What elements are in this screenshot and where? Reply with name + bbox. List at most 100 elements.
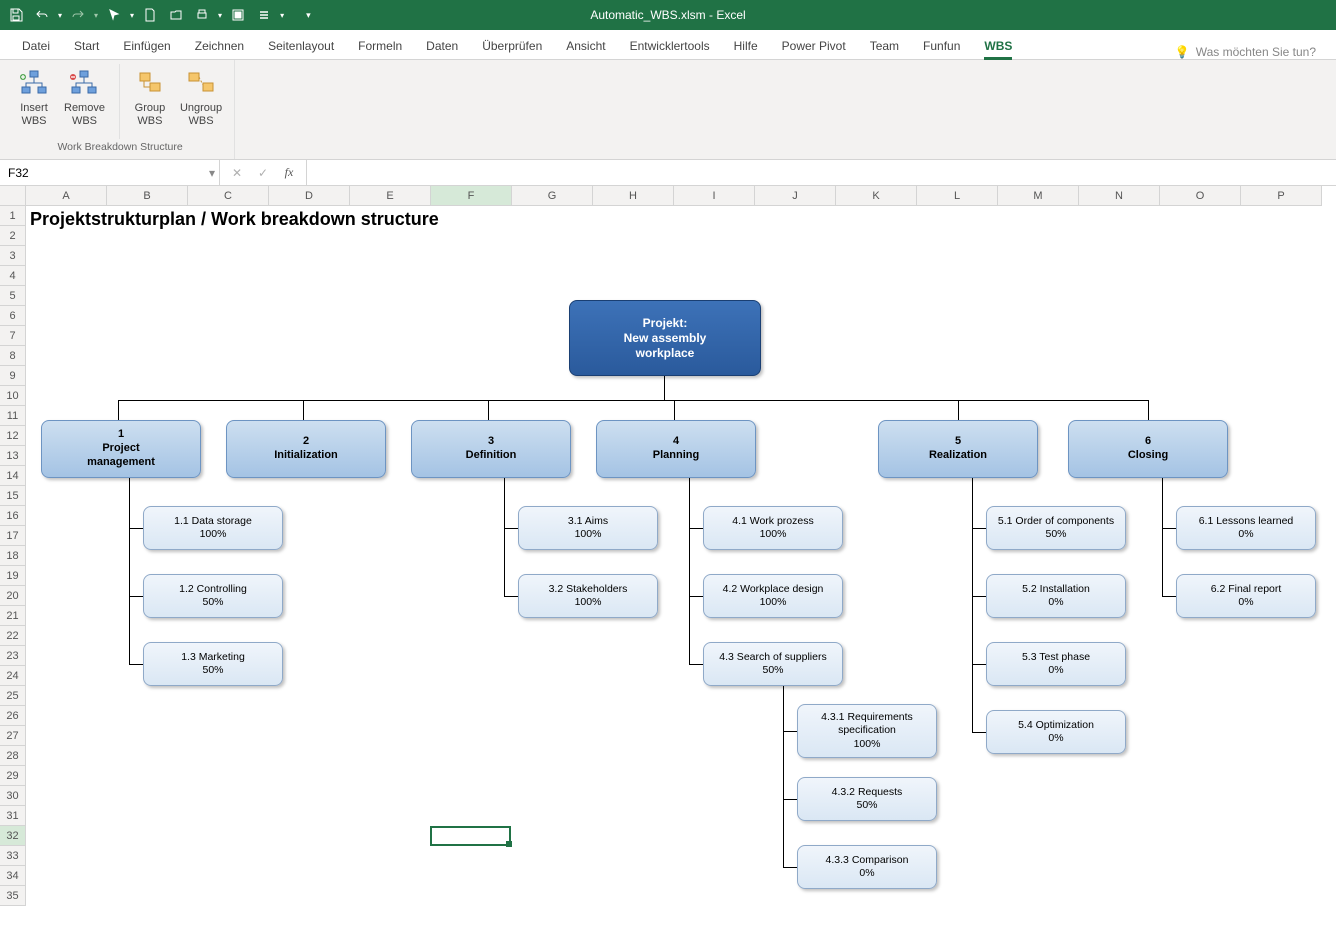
wbs-root[interactable]: Projekt: New assembly workplace [569,300,761,376]
col-header-D[interactable]: D [269,186,350,205]
wbs-task-1-3[interactable]: 1.3 Marketing50% [143,642,283,686]
wbs-task-5-1[interactable]: 5.1 Order of components50% [986,506,1126,550]
row-header-7[interactable]: 7 [0,326,25,346]
preview-icon[interactable] [228,5,248,25]
selected-cell[interactable] [430,826,511,846]
tab-seitenlayout[interactable]: Seitenlayout [256,33,346,59]
row-header-31[interactable]: 31 [0,806,25,826]
new-doc-icon[interactable] [140,5,160,25]
col-header-M[interactable]: M [998,186,1079,205]
row-header-3[interactable]: 3 [0,246,25,266]
wbs-task-4-2[interactable]: 4.2 Workplace design100% [703,574,843,618]
name-box[interactable]: ▾ [0,160,220,185]
row-header-26[interactable]: 26 [0,706,25,726]
row-header-9[interactable]: 9 [0,366,25,386]
tab-daten[interactable]: Daten [414,33,470,59]
row-header-17[interactable]: 17 [0,526,25,546]
fill-handle[interactable] [506,841,512,847]
accept-formula-icon[interactable]: ✓ [252,166,274,180]
row-header-16[interactable]: 16 [0,506,25,526]
row-header-27[interactable]: 27 [0,726,25,746]
row-header-13[interactable]: 13 [0,446,25,466]
wbs-task-3-2[interactable]: 3.2 Stakeholders100% [518,574,658,618]
formula-input-wrap[interactable] [307,160,1336,185]
tab-team[interactable]: Team [858,33,911,59]
row-header-4[interactable]: 4 [0,266,25,286]
col-header-I[interactable]: I [674,186,755,205]
col-header-K[interactable]: K [836,186,917,205]
row-header-23[interactable]: 23 [0,646,25,666]
wbs-task-5-4[interactable]: 5.4 Optimization0% [986,710,1126,754]
tell-me[interactable]: 💡 Was möchten Sie tun? [1175,45,1336,59]
select-all-corner[interactable] [0,186,26,206]
col-header-F[interactable]: F [431,186,512,205]
cancel-formula-icon[interactable]: ✕ [226,166,248,180]
tab-funfun[interactable]: Funfun [911,33,972,59]
worksheet[interactable]: ABCDEFGHIJKLMNOP 12345678910111213141516… [0,186,1336,928]
wbs-task-4-1[interactable]: 4.1 Work prozess100% [703,506,843,550]
tab-zeichnen[interactable]: Zeichnen [183,33,256,59]
tab-hilfe[interactable]: Hilfe [722,33,770,59]
row-header-8[interactable]: 8 [0,346,25,366]
formula-input[interactable] [313,166,1330,180]
list-icon[interactable] [254,5,274,25]
tab-entwicklertools[interactable]: Entwicklertools [618,33,722,59]
tab-start[interactable]: Start [62,33,111,59]
row-header-18[interactable]: 18 [0,546,25,566]
tab-file[interactable]: Datei [10,33,62,59]
col-header-N[interactable]: N [1079,186,1160,205]
tab-formeln[interactable]: Formeln [346,33,414,59]
row-header-24[interactable]: 24 [0,666,25,686]
group-wbs-button[interactable]: Group WBS [130,64,170,139]
row-header-34[interactable]: 34 [0,866,25,886]
row-header-21[interactable]: 21 [0,606,25,626]
tab-powerpivot[interactable]: Power Pivot [770,33,858,59]
row-header-28[interactable]: 28 [0,746,25,766]
col-header-E[interactable]: E [350,186,431,205]
wbs-node-3[interactable]: 3Definition [411,420,571,478]
tab-einfugen[interactable]: Einfügen [111,33,182,59]
row-header-11[interactable]: 11 [0,406,25,426]
row-header-35[interactable]: 35 [0,886,25,906]
row-header-33[interactable]: 33 [0,846,25,866]
pointer-icon[interactable] [104,5,124,25]
row-header-19[interactable]: 19 [0,566,25,586]
insert-wbs-button[interactable]: Insert WBS [14,64,54,139]
tab-ansicht[interactable]: Ansicht [554,33,617,59]
wbs-task-4-3-2[interactable]: 4.3.2 Requests50% [797,777,937,821]
col-header-G[interactable]: G [512,186,593,205]
row-header-29[interactable]: 29 [0,766,25,786]
row-header-6[interactable]: 6 [0,306,25,326]
row-header-10[interactable]: 10 [0,386,25,406]
col-header-O[interactable]: O [1160,186,1241,205]
open-icon[interactable] [166,5,186,25]
row-header-22[interactable]: 22 [0,626,25,646]
col-header-B[interactable]: B [107,186,188,205]
row-header-15[interactable]: 15 [0,486,25,506]
fx-icon[interactable]: fx [278,165,300,180]
wbs-node-2[interactable]: 2Initialization [226,420,386,478]
wbs-task-4-3-1[interactable]: 4.3.1 Requirements specification100% [797,704,937,758]
wbs-node-5[interactable]: 5Realization [878,420,1038,478]
ungroup-wbs-button[interactable]: Ungroup WBS [176,64,226,139]
row-header-14[interactable]: 14 [0,466,25,486]
wbs-task-1-2[interactable]: 1.2 Controlling50% [143,574,283,618]
col-header-A[interactable]: A [26,186,107,205]
wbs-task-6-1[interactable]: 6.1 Lessons learned0% [1176,506,1316,550]
name-box-input[interactable] [8,166,211,180]
chevron-down-icon[interactable]: ▾ [209,166,215,180]
col-header-H[interactable]: H [593,186,674,205]
col-header-C[interactable]: C [188,186,269,205]
row-header-30[interactable]: 30 [0,786,25,806]
col-header-J[interactable]: J [755,186,836,205]
wbs-node-6[interactable]: 6Closing [1068,420,1228,478]
tab-uberprufen[interactable]: Überprüfen [470,33,554,59]
print-icon[interactable] [192,5,212,25]
row-header-32[interactable]: 32 [0,826,25,846]
wbs-node-4[interactable]: 4Planning [596,420,756,478]
undo-icon[interactable] [32,5,52,25]
row-header-12[interactable]: 12 [0,426,25,446]
row-header-5[interactable]: 5 [0,286,25,306]
wbs-task-1-1[interactable]: 1.1 Data storage100% [143,506,283,550]
wbs-task-4-3[interactable]: 4.3 Search of suppliers50% [703,642,843,686]
